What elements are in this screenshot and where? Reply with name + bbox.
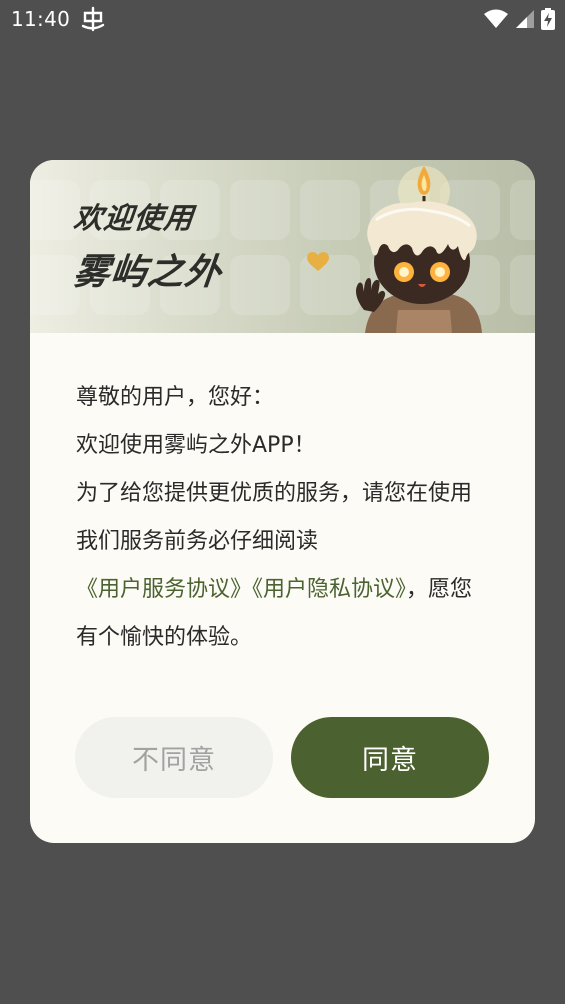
user-privacy-agreement-link[interactable]: 《用户隐私协议》 — [252, 577, 406, 602]
status-time: 11:40 — [11, 7, 71, 31]
battery-charging-icon — [541, 8, 555, 30]
decline-button[interactable]: 不同意 — [75, 717, 273, 798]
consent-paragraph: 为了给您提供更优质的服务，请您在使用我们服务前务必仔细阅读《用户服务协议》《用户… — [76, 470, 488, 662]
welcome-text: 欢迎使用雾屿之外APP！ — [76, 433, 316, 458]
consent-message: 尊敬的用户，您好： 欢迎使用雾屿之外APP！ 为了给您提供更优质的服务，请您在使… — [76, 374, 488, 662]
signal-icon — [516, 10, 534, 28]
bug-icon — [81, 6, 105, 32]
status-bar: 11:40 — [0, 0, 565, 40]
consent-intro-text: 为了给您提供更优质的服务，请您在使用我们服务前务必仔细阅读 — [76, 481, 473, 554]
candle-mascot-illustration — [356, 166, 482, 333]
user-service-agreement-link[interactable]: 《用户服务协议》 — [76, 577, 252, 602]
banner-title-line1: 欢迎使用 — [72, 201, 196, 235]
accept-button[interactable]: 同意 — [291, 717, 489, 798]
wifi-icon — [484, 9, 508, 28]
welcome-banner: 欢迎使用 雾屿之外 — [30, 160, 535, 333]
privacy-consent-dialog: 欢迎使用 雾屿之外 尊敬的用户，您好： 欢迎使用雾屿之外APP！ 为了给您提供更… — [30, 160, 535, 843]
banner-title-line2: 雾屿之外 — [71, 252, 224, 293]
greeting-text: 尊敬的用户，您好： — [76, 385, 275, 410]
status-icons — [483, 8, 555, 30]
